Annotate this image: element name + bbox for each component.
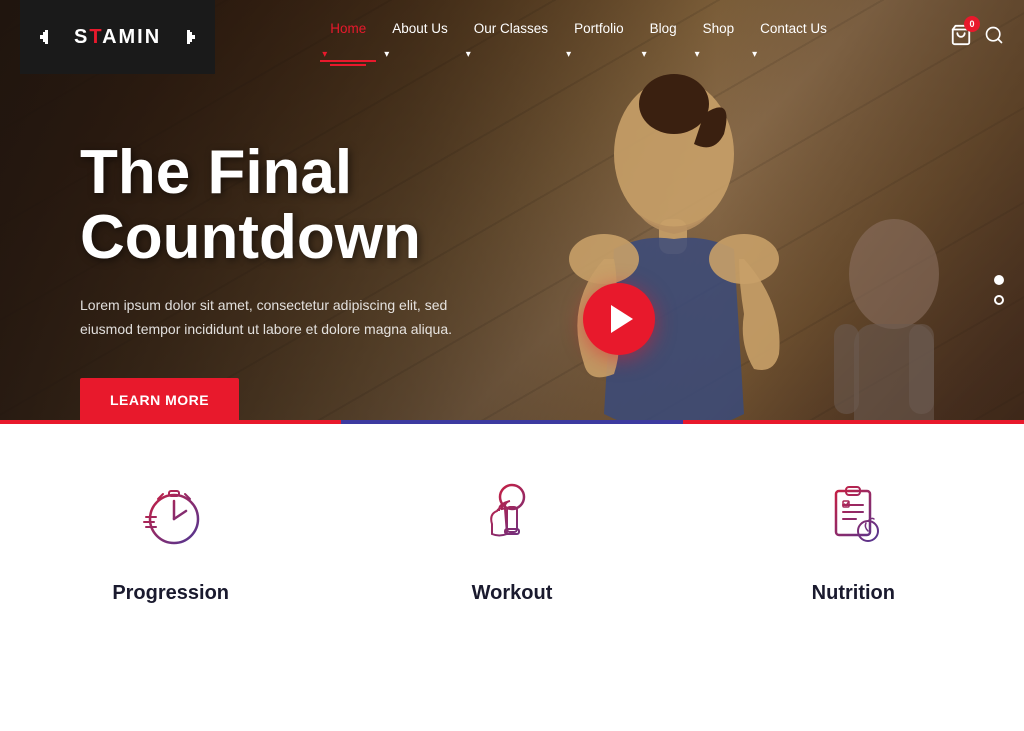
feature-workout: Workout [341,420,682,645]
features-section: Progression [0,420,1024,645]
nav-contact-wrap: Contact Us ▾ [750,13,837,62]
workout-title: Workout [472,582,553,605]
features-grid: Progression [0,420,1024,645]
nav-portfolio-wrap: Portfolio ▾ [564,13,634,62]
stopwatch-icon [136,479,206,549]
play-button[interactable] [583,283,655,355]
header: STAMIN Home ▾ About Us ▾ Our Classes [0,0,1024,74]
nav-shop-chevron: ▾ [695,49,700,60]
nav-about-chevron: ▾ [384,49,389,60]
feature-progression: Progression [0,420,341,645]
nutrition-icon [818,479,888,549]
nutrition-icon-wrap [813,474,893,554]
nav-home-chevron: ▾ [322,49,327,60]
progression-icon-wrap [131,474,211,554]
nav-icons: 0 [950,24,1004,51]
dumbbell-icon [477,479,547,549]
play-icon [611,305,633,333]
main-nav: Home ▾ About Us ▾ Our Classes ▾ Portfoli… [320,13,837,62]
logo-icon-left [40,26,68,48]
nav-about-wrap: About Us ▾ [382,13,458,62]
search-icon [984,25,1004,45]
nav-active-bar [330,64,366,66]
nav-contact-chevron: ▾ [752,49,757,60]
nav-portfolio[interactable]: Portfolio [564,13,634,44]
nav-shop-wrap: Shop ▾ [693,13,745,62]
nav-blog-chevron: ▾ [642,49,647,60]
nav-shop[interactable]: Shop [693,13,745,44]
nav-blog-wrap: Blog ▾ [640,13,687,62]
hero-subtitle: Lorem ipsum dolor sit amet, consectetur … [80,294,480,342]
cart-button[interactable]: 0 [950,24,972,51]
nav-classes-wrap: Our Classes ▾ [464,13,558,62]
logo-icon-right [167,26,195,48]
hero-cta-button[interactable]: Learn More [80,378,239,422]
nav-blog[interactable]: Blog [640,13,687,44]
progression-title: Progression [112,582,229,605]
hero-content: The Final Countdown Lorem ipsum dolor si… [80,140,560,422]
nav-classes[interactable]: Our Classes [464,13,558,44]
nav-about[interactable]: About Us [382,13,458,44]
slider-dot-2[interactable] [994,295,1004,305]
slider-dot-1[interactable] [994,275,1004,285]
search-button[interactable] [984,25,1004,50]
nav-home-wrap: Home ▾ [320,13,376,62]
nav-home[interactable]: Home [320,13,376,44]
nav-portfolio-chevron: ▾ [566,49,571,60]
workout-icon-wrap [472,474,552,554]
cart-badge: 0 [964,16,980,32]
logo-label: STAMIN [74,26,161,49]
logo[interactable]: STAMIN [20,0,215,74]
nutrition-title: Nutrition [812,582,895,605]
hero-title: The Final Countdown [80,140,560,270]
slider-dots [994,275,1004,305]
nav-classes-chevron: ▾ [466,49,471,60]
nav-contact[interactable]: Contact Us [750,13,837,44]
feature-nutrition: Nutrition [683,420,1024,645]
logo-text: STAMIN [40,26,195,49]
